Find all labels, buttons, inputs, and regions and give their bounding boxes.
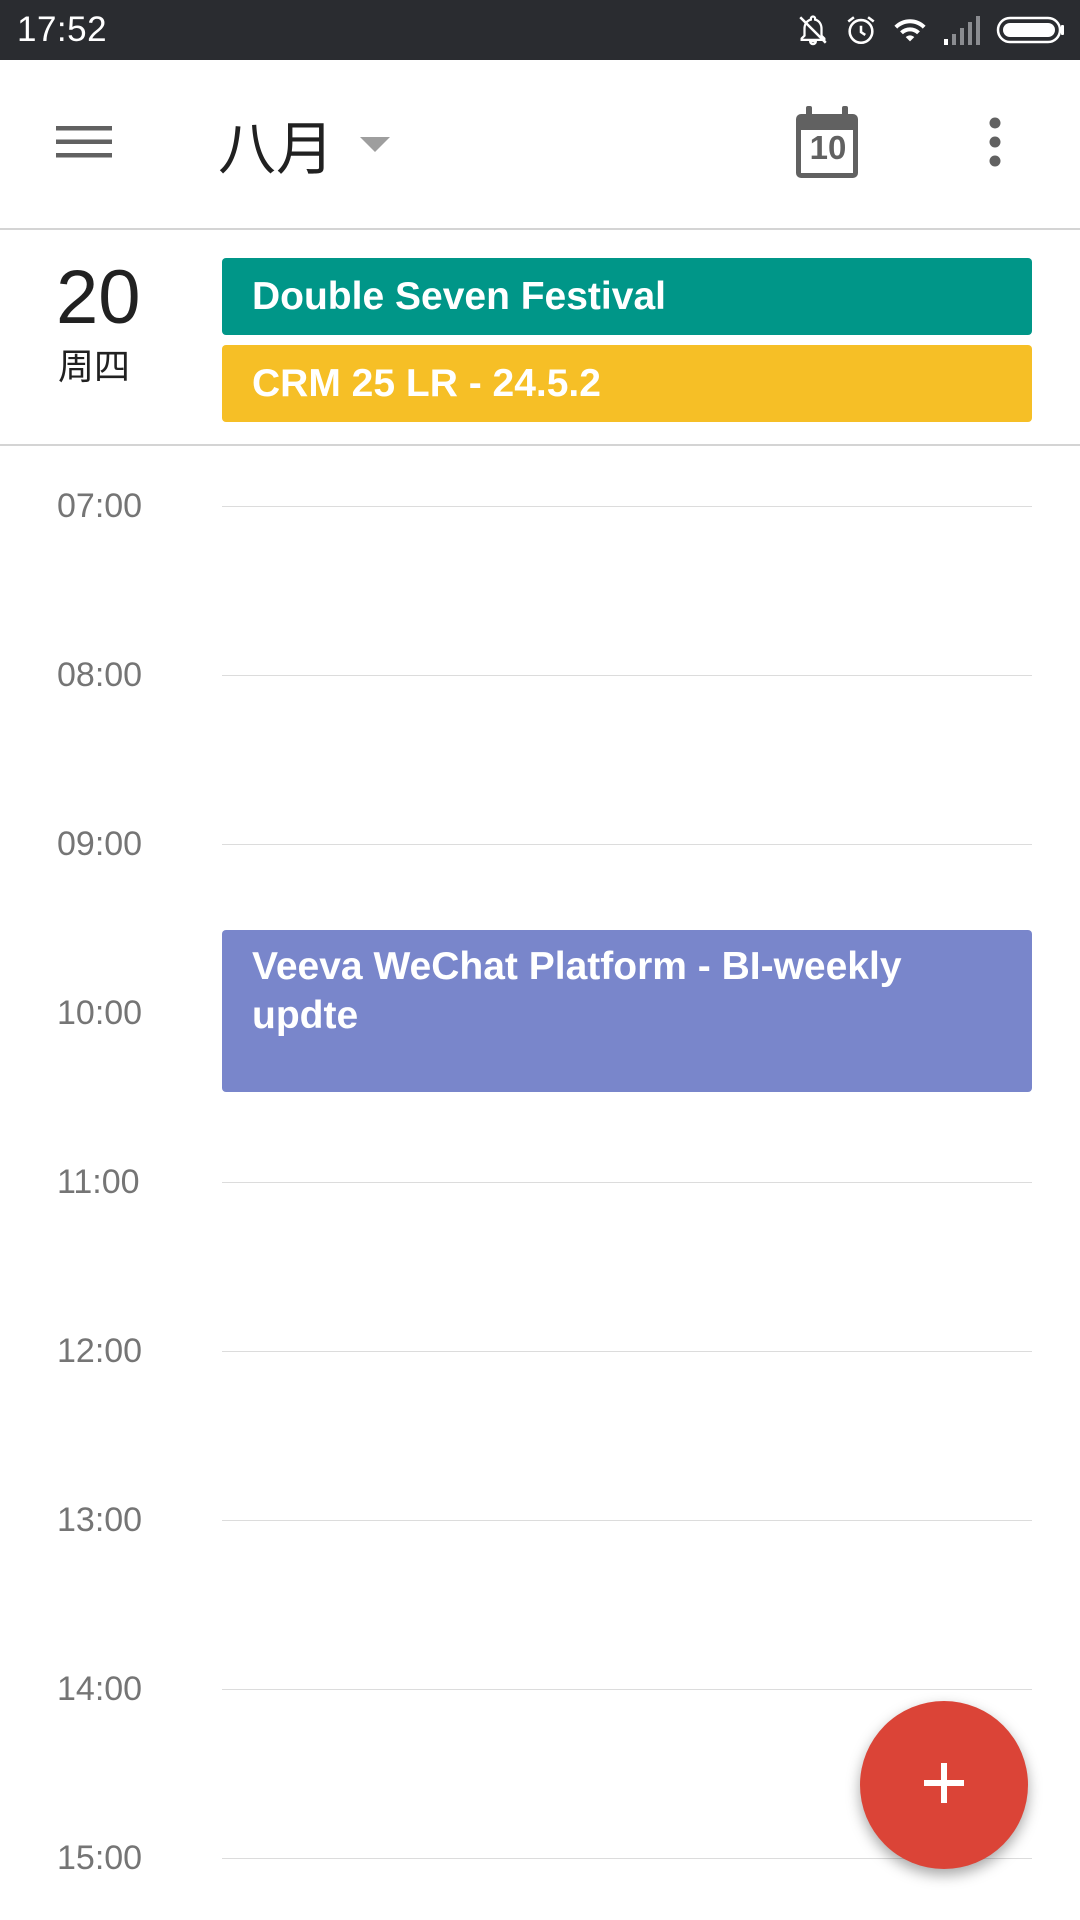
hour-label: 10:00 [57, 994, 143, 1032]
hamburger-menu-icon [56, 122, 112, 167]
overflow-menu-button[interactable] [970, 112, 1020, 176]
plus-icon [922, 1761, 966, 1810]
today-number: 10 [809, 129, 847, 166]
app-bar: 八月 10 [0, 60, 1080, 230]
add-event-button[interactable] [860, 1701, 1028, 1869]
day-weekday: 周四 [58, 347, 131, 388]
day-timeline[interactable]: 07:00 08:00 09:00 10:00 11:00 12:00 13:0… [0, 446, 1080, 1920]
hour-label: 09:00 [57, 825, 143, 863]
menu-button[interactable] [46, 112, 122, 176]
hour-divider [222, 506, 1032, 507]
today-button[interactable]: 10 [790, 104, 866, 184]
hour-divider [222, 1520, 1032, 1521]
all-day-event[interactable]: Double Seven Festival [222, 258, 1032, 335]
hour-divider [222, 1689, 1032, 1690]
day-header: 20 周四 Double Seven Festival CRM 25 LR - … [0, 230, 1080, 446]
day-number[interactable]: 20 [56, 260, 141, 336]
hour-divider [222, 1351, 1032, 1352]
alarm-icon [844, 13, 878, 47]
month-label: 八月 [218, 115, 335, 183]
caret-down-icon [360, 136, 391, 158]
hour-divider [222, 1182, 1032, 1183]
hour-divider [222, 675, 1032, 676]
hour-label: 08:00 [57, 656, 143, 694]
hour-divider [222, 844, 1032, 845]
status-bar: 17:52 [0, 0, 1080, 60]
hour-label: 14:00 [57, 1670, 143, 1708]
hour-label: 11:00 [57, 1163, 140, 1201]
status-icons [796, 0, 1066, 60]
signal-icon [942, 13, 982, 47]
hour-label: 07:00 [57, 487, 143, 525]
calendar-today-icon: 10 [790, 104, 866, 184]
status-time: 17:52 [17, 10, 108, 49]
wifi-icon [892, 13, 928, 47]
more-vert-icon [988, 117, 1002, 172]
bell-off-icon [796, 13, 830, 47]
hour-label: 13:00 [57, 1501, 143, 1539]
month-selector[interactable]: 八月 [218, 104, 391, 184]
battery-icon [996, 13, 1066, 47]
hour-label: 12:00 [57, 1332, 143, 1370]
all-day-event[interactable]: CRM 25 LR - 24.5.2 [222, 345, 1032, 422]
timed-event[interactable]: Veeva WeChat Platform - BI-weekly updte [222, 930, 1032, 1092]
hour-label: 15:00 [57, 1839, 143, 1877]
